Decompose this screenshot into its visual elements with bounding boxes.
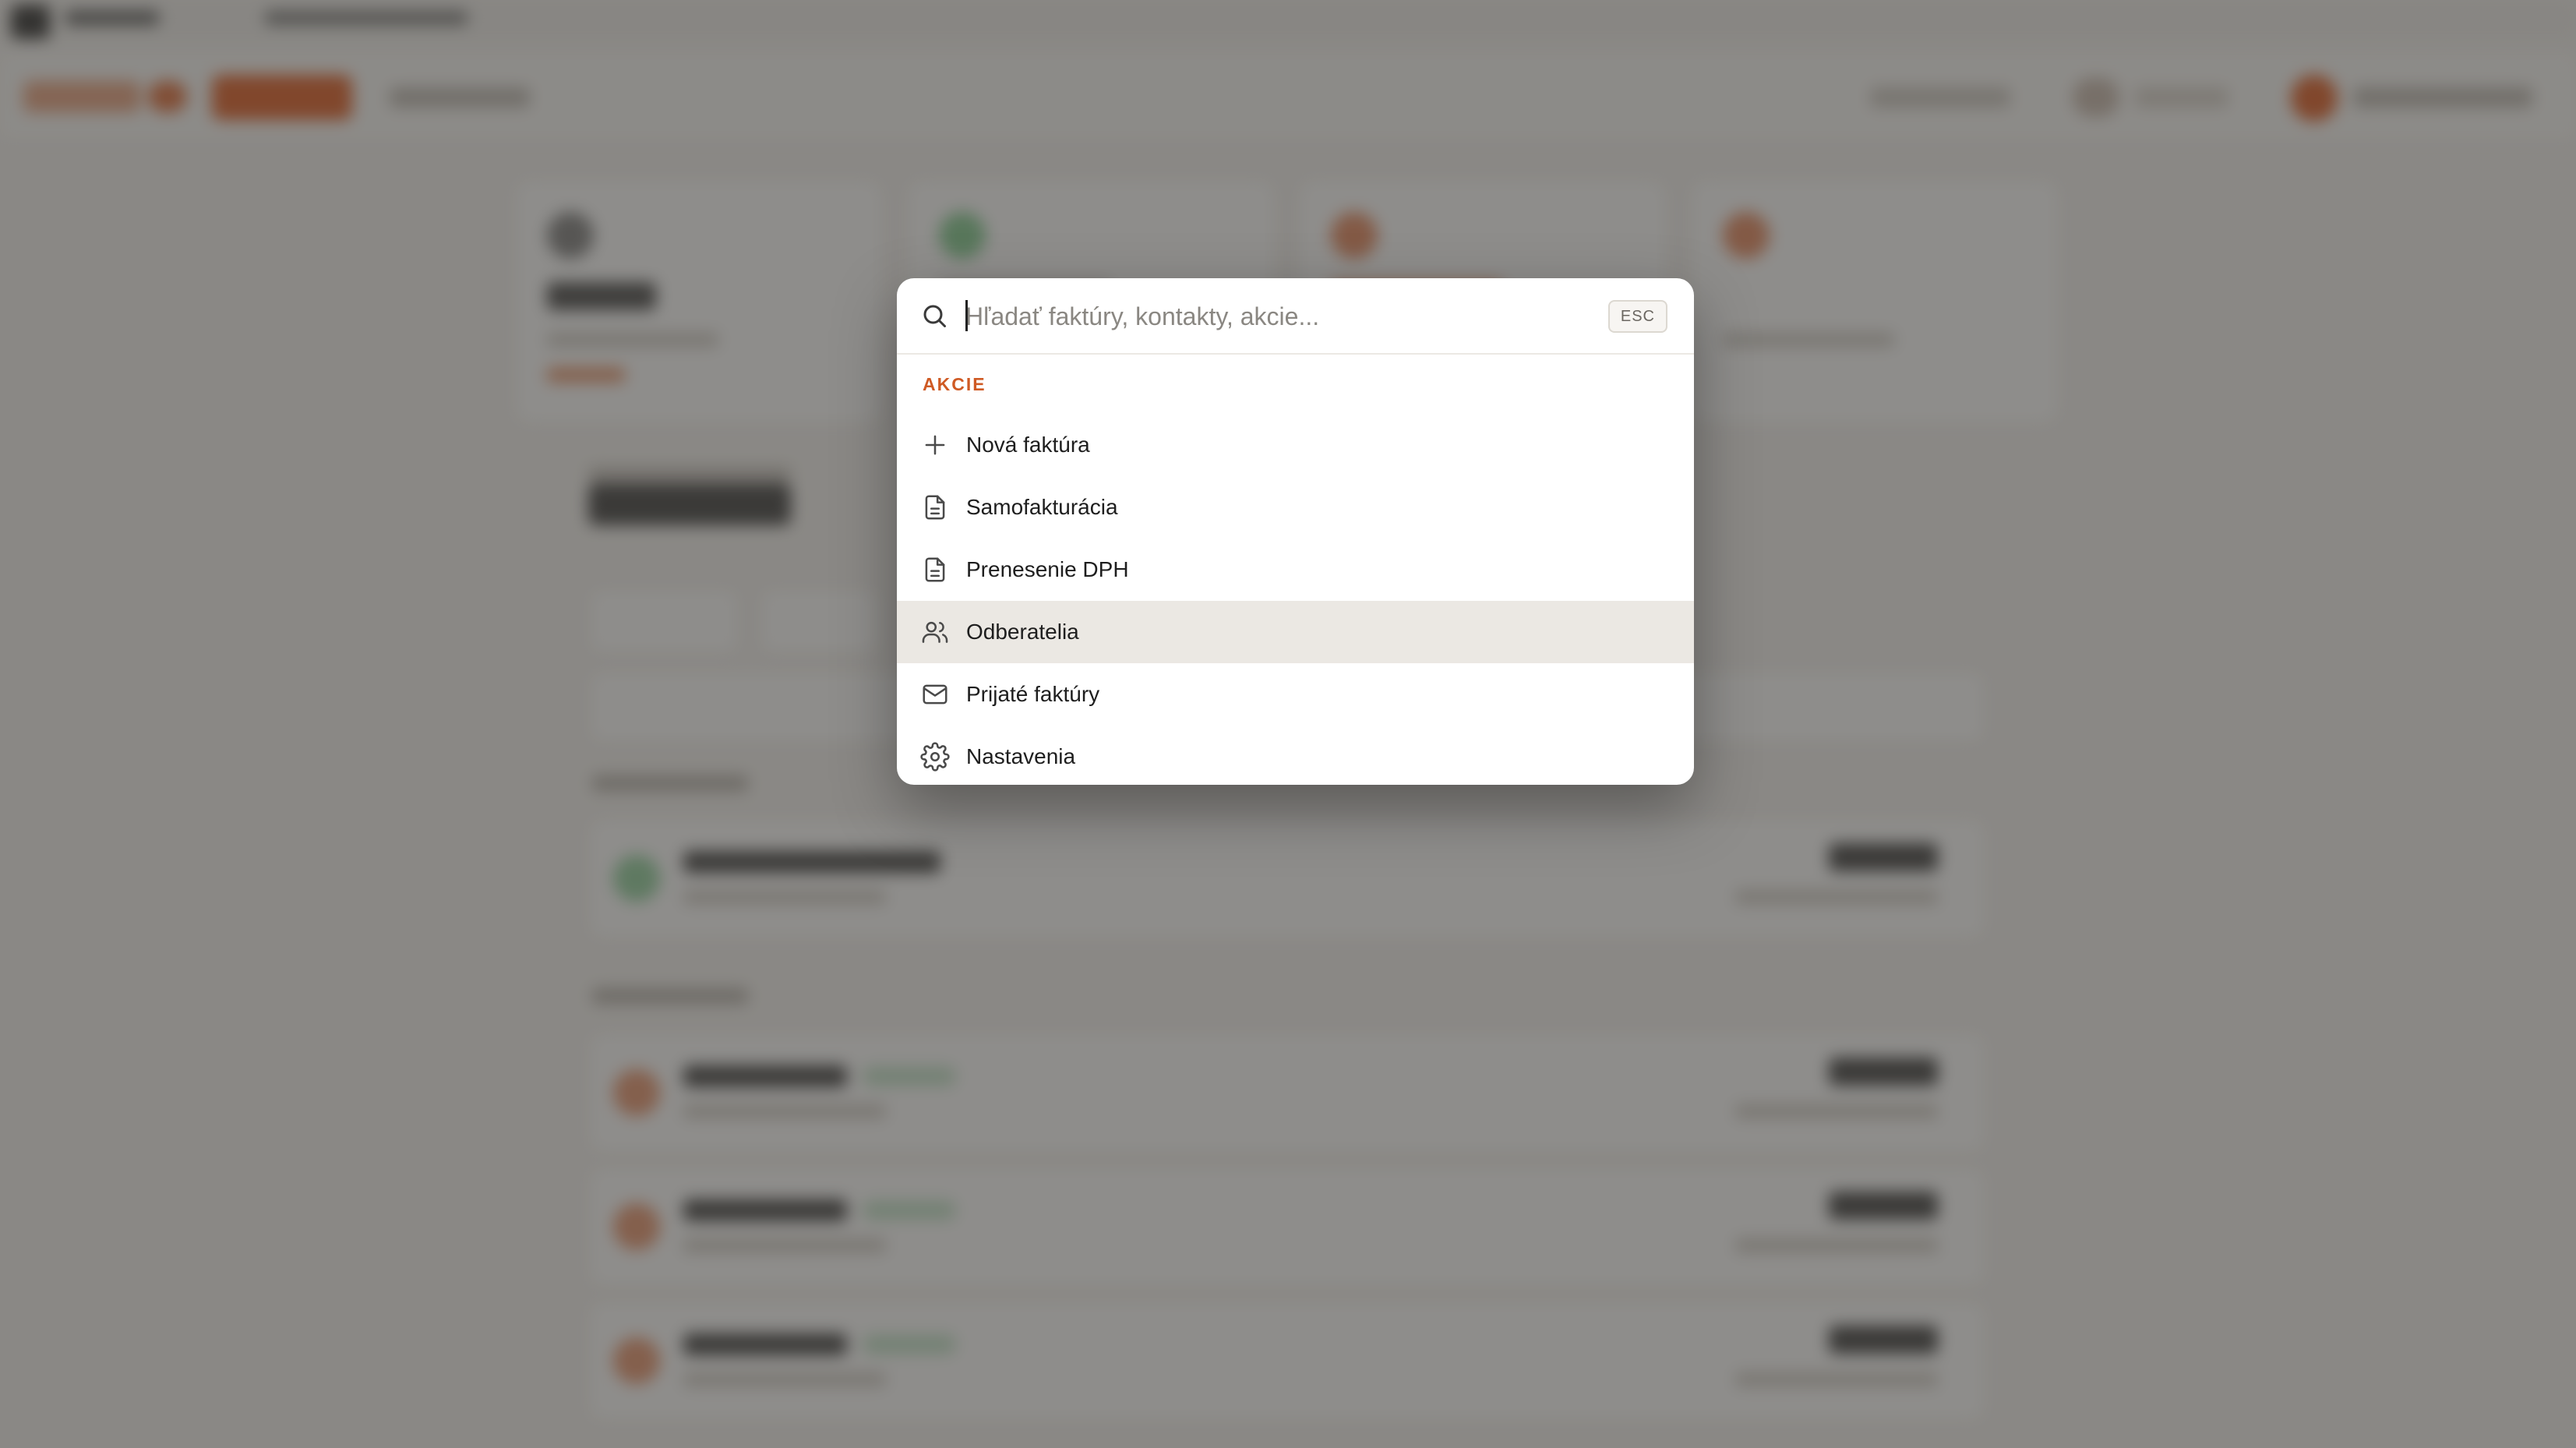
command-received-invoices[interactable]: Prijaté faktúry — [897, 663, 1694, 726]
document-icon — [925, 557, 945, 582]
text-caret — [965, 300, 968, 331]
command-label: Samofakturácia — [966, 495, 1118, 519]
plus-icon — [925, 435, 945, 455]
palette-search-input[interactable] — [964, 295, 1559, 337]
mail-icon — [923, 684, 947, 705]
command-label: Nová faktúra — [966, 433, 1090, 457]
command-label: Odberatelia — [966, 620, 1079, 644]
command-label: Prenesenie DPH — [966, 557, 1129, 581]
document-icon — [925, 495, 945, 520]
command-customers[interactable]: Odberatelia — [897, 601, 1694, 663]
group-heading-akcie: AKCIE — [923, 374, 986, 394]
command-settings[interactable]: Nastavenia — [897, 726, 1694, 785]
esc-key-badge[interactable]: ESC — [1607, 300, 1667, 333]
gear-icon — [920, 742, 950, 772]
command-reverse-charge-vat[interactable]: Prenesenie DPH — [897, 539, 1694, 601]
command-palette: ESC AKCIE Nová faktúra Samofakturácia Pr… — [897, 278, 1694, 785]
users-icon — [922, 621, 948, 643]
command-self-invoicing[interactable]: Samofakturácia — [897, 476, 1694, 539]
search-icon — [923, 305, 946, 327]
command-new-invoice[interactable]: Nová faktúra — [897, 414, 1694, 476]
palette-search-row: ESC — [897, 278, 1694, 355]
command-label: Nastavenia — [966, 744, 1076, 768]
command-label: Prijaté faktúry — [966, 682, 1100, 706]
